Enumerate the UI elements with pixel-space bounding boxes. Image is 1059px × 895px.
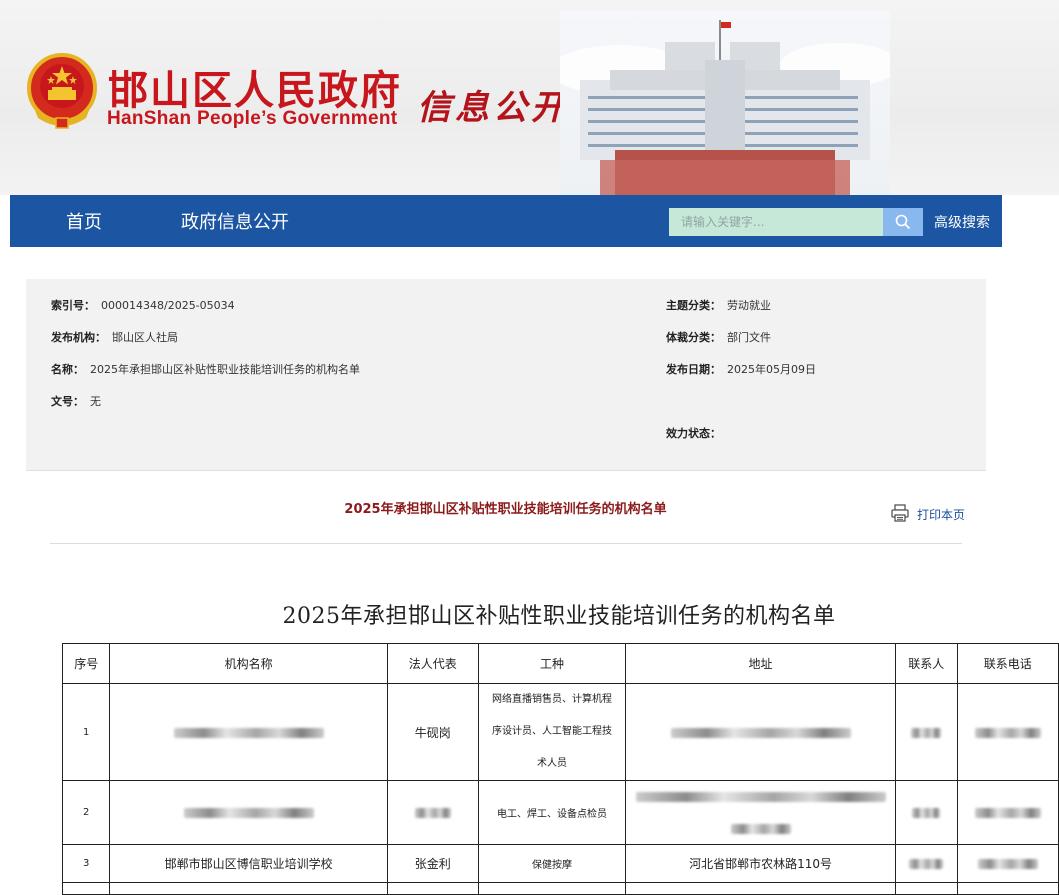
search-icon — [895, 214, 911, 230]
header-banner: 邯山区人民政府 HanShan People’s Government 信息公开 — [0, 0, 1059, 195]
table-row — [61, 882, 1059, 895]
row-trade: 电工、焊工、设备点检员 — [477, 780, 627, 845]
search-button[interactable] — [883, 208, 923, 236]
meta-status: 效力状态： — [666, 427, 721, 440]
redacted-text — [974, 808, 1041, 818]
row-no: 3 — [61, 844, 111, 883]
row-name: 邯郸市邯山区博信职业培训学校 — [109, 844, 388, 883]
row-address-redacted — [625, 683, 896, 781]
row-phone-redacted — [956, 844, 1059, 883]
meta-name: 名称： 2025年承担邯山区补贴性职业技能培训任务的机构名单 — [51, 363, 360, 376]
table-row: 3 邯郸市邯山区博信职业培训学校 张金利 保健按摩 河北省邯郸市农林路110号 — [61, 844, 1059, 883]
col-header-name: 机构名称 — [109, 643, 388, 684]
table-header-row: 序号 机构名称 法人代表 工种 地址 联系人 联系电话 — [61, 643, 1059, 684]
printer-icon — [891, 504, 909, 522]
row-contact-redacted — [894, 844, 958, 883]
row-contact-redacted — [894, 780, 958, 845]
redacted-text — [183, 808, 314, 818]
redacted-text — [909, 859, 944, 869]
col-header-no: 序号 — [61, 643, 111, 684]
site-title-en: HanShan People’s Government — [107, 108, 398, 129]
col-header-rep: 法人代表 — [386, 643, 479, 684]
row-phone-redacted — [956, 780, 1059, 845]
row-no: 2 — [61, 780, 111, 845]
meta-date: 发布日期： 2025年05月09日 — [666, 363, 816, 376]
document-heading: 2025年承担邯山区补贴性职业技能培训任务的机构名单 — [282, 604, 836, 629]
col-header-address: 地址 — [625, 643, 896, 684]
section-title: 信息公开 — [417, 88, 569, 128]
redacted-text — [173, 727, 324, 738]
row-rep: 张金利 — [386, 844, 479, 883]
redacted-text — [635, 792, 886, 802]
redacted-text — [730, 824, 791, 834]
meta-index-no: 索引号： 000014348/2025-05034 — [51, 299, 235, 312]
article-title: 2025年承担邯山区补贴性职业技能培训任务的机构名单 — [344, 502, 667, 517]
redacted-text — [414, 808, 451, 818]
row-no: 1 — [61, 683, 111, 781]
divider — [50, 543, 962, 544]
table-row: 2 电工、焊工、设备点检员 — [61, 780, 1059, 845]
meta-genre: 体裁分类： 部门文件 — [666, 331, 771, 344]
row-address-redacted — [625, 780, 896, 845]
redacted-text — [670, 727, 851, 738]
meta-publisher: 发布机构： 邯山区人社局 — [51, 331, 178, 344]
search-input[interactable] — [669, 208, 883, 236]
row-trade: 保健按摩 — [477, 844, 627, 883]
redacted-text — [911, 727, 942, 738]
print-label[interactable]: 打印本页 — [917, 506, 965, 523]
row-name-redacted — [109, 683, 388, 781]
institution-table: 序号 机构名称 法人代表 工种 地址 联系人 联系电话 1 牛砚岗 网络直播销售… — [61, 643, 1059, 895]
row-phone-redacted — [956, 683, 1059, 781]
row-name-redacted — [109, 780, 388, 845]
meta-topic: 主题分类： 劳动就业 — [666, 299, 771, 312]
redacted-text — [974, 727, 1041, 738]
row-address: 河北省邯郸市农林路110号 — [625, 844, 896, 883]
table-row: 1 牛砚岗 网络直播销售员、计算机程 序设计员、人工智能工程技 术人员 — [61, 683, 1059, 781]
col-header-contact: 联系人 — [894, 643, 958, 684]
redacted-text — [912, 808, 941, 818]
row-trade: 网络直播销售员、计算机程 序设计员、人工智能工程技 术人员 — [477, 683, 627, 781]
redacted-text — [977, 859, 1038, 869]
national-emblem-icon — [27, 53, 97, 129]
advanced-search-link[interactable]: 高级搜索 — [934, 212, 990, 232]
row-contact-redacted — [894, 683, 958, 781]
government-building-image — [560, 10, 890, 195]
col-header-phone: 联系电话 — [956, 643, 1059, 684]
col-header-trade: 工种 — [477, 643, 627, 684]
row-rep-redacted — [386, 780, 479, 845]
nav-home[interactable]: 首页 — [66, 208, 102, 234]
main-nav: 首页 政府信息公开 高级搜索 — [10, 195, 1002, 247]
nav-info-disclosure[interactable]: 政府信息公开 — [181, 208, 289, 234]
meta-doc-no: 文号：无 — [51, 395, 101, 408]
row-rep: 牛砚岗 — [386, 683, 479, 781]
document-metadata: 索引号： 000014348/2025-05034 发布机构： 邯山区人社局 名称：… — [26, 279, 986, 471]
